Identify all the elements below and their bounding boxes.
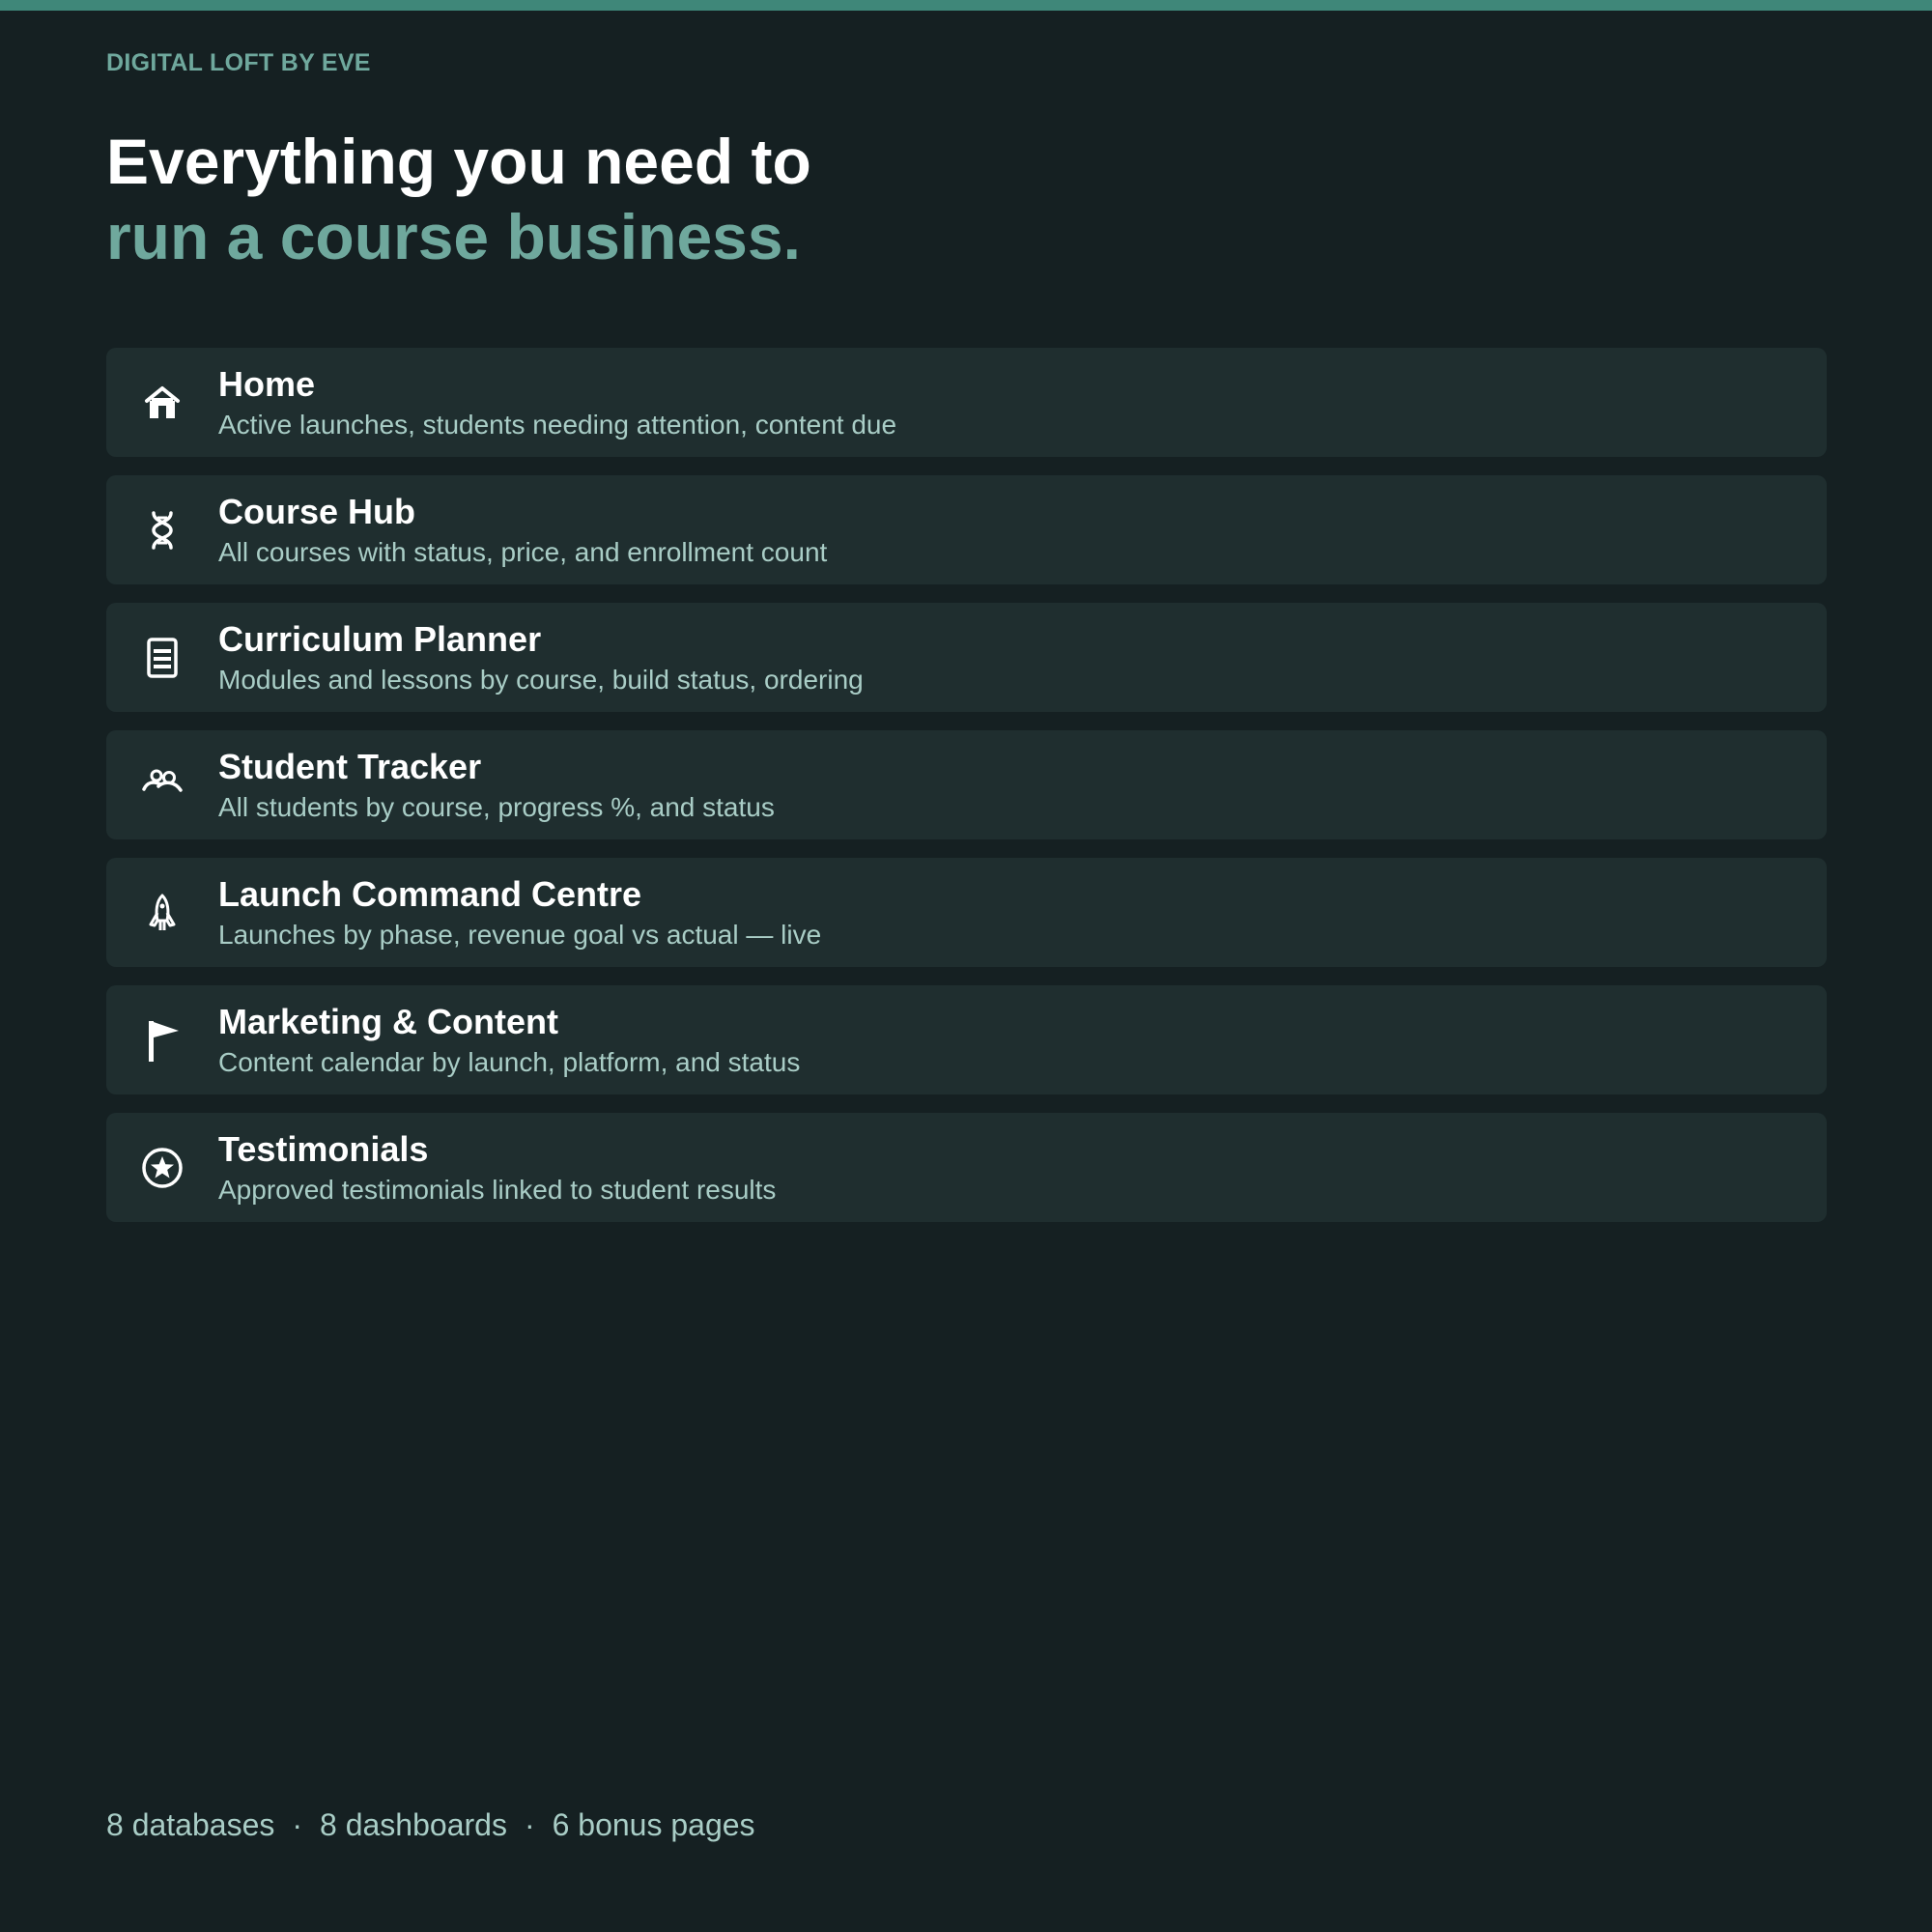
stat-databases: 8 databases [106,1807,275,1842]
feature-description: Approved testimonials linked to student … [218,1175,777,1205]
feature-description: Active launches, students needing attent… [218,410,897,440]
feature-description: Launches by phase, revenue goal vs actua… [218,920,822,950]
document-list-icon [141,637,184,679]
brand-label: DIGITAL LOFT BY EVE [106,49,371,76]
star-circle-icon [141,1147,184,1189]
feature-description: Content calendar by launch, platform, an… [218,1047,801,1077]
feature-title: Curriculum Planner [218,619,542,659]
feature-description: All students by course, progress %, and … [218,792,775,822]
feature-testimonials[interactable]: Testimonials Approved testimonials linke… [106,1113,1827,1222]
stat-dashboards: 8 dashboards [320,1807,507,1842]
flag-icon [141,1019,184,1062]
feature-title: Student Tracker [218,747,482,786]
top-accent-bar [0,0,1932,11]
dna-icon [141,509,184,552]
feature-title: Course Hub [218,492,416,531]
stat-separator: · [524,1807,535,1842]
stat-bonus-pages: 6 bonus pages [552,1807,755,1842]
feature-student-tracker[interactable]: Student Tracker All students by course, … [106,730,1827,839]
feature-curriculum-planner[interactable]: Curriculum Planner Modules and lessons b… [106,603,1827,712]
feature-marketing-content[interactable]: Marketing & Content Content calendar by … [106,985,1827,1094]
feature-description: Modules and lessons by course, build sta… [218,665,864,695]
headline-line-2: run a course business. [106,201,801,272]
feature-launch-command-centre[interactable]: Launch Command Centre Launches by phase,… [106,858,1827,967]
feature-title: Testimonials [218,1129,429,1169]
home-icon [141,382,184,424]
feature-title: Home [218,364,316,404]
footer-stats: 8 databases · 8 dashboards · 6 bonus pages [106,1806,755,1843]
headline-line-1: Everything you need to [106,126,811,197]
feature-course-hub[interactable]: Course Hub All courses with status, pric… [106,475,1827,584]
feature-list: Home Active launches, students needing a… [106,348,1827,1240]
feature-title: Marketing & Content [218,1002,559,1041]
feature-description: All courses with status, price, and enro… [218,537,828,567]
feature-home[interactable]: Home Active launches, students needing a… [106,348,1827,457]
people-icon [141,764,184,807]
rocket-icon [141,892,184,934]
feature-title: Launch Command Centre [218,874,642,914]
stat-separator: · [292,1807,303,1842]
headline: Everything you need to run a course busi… [106,124,811,274]
